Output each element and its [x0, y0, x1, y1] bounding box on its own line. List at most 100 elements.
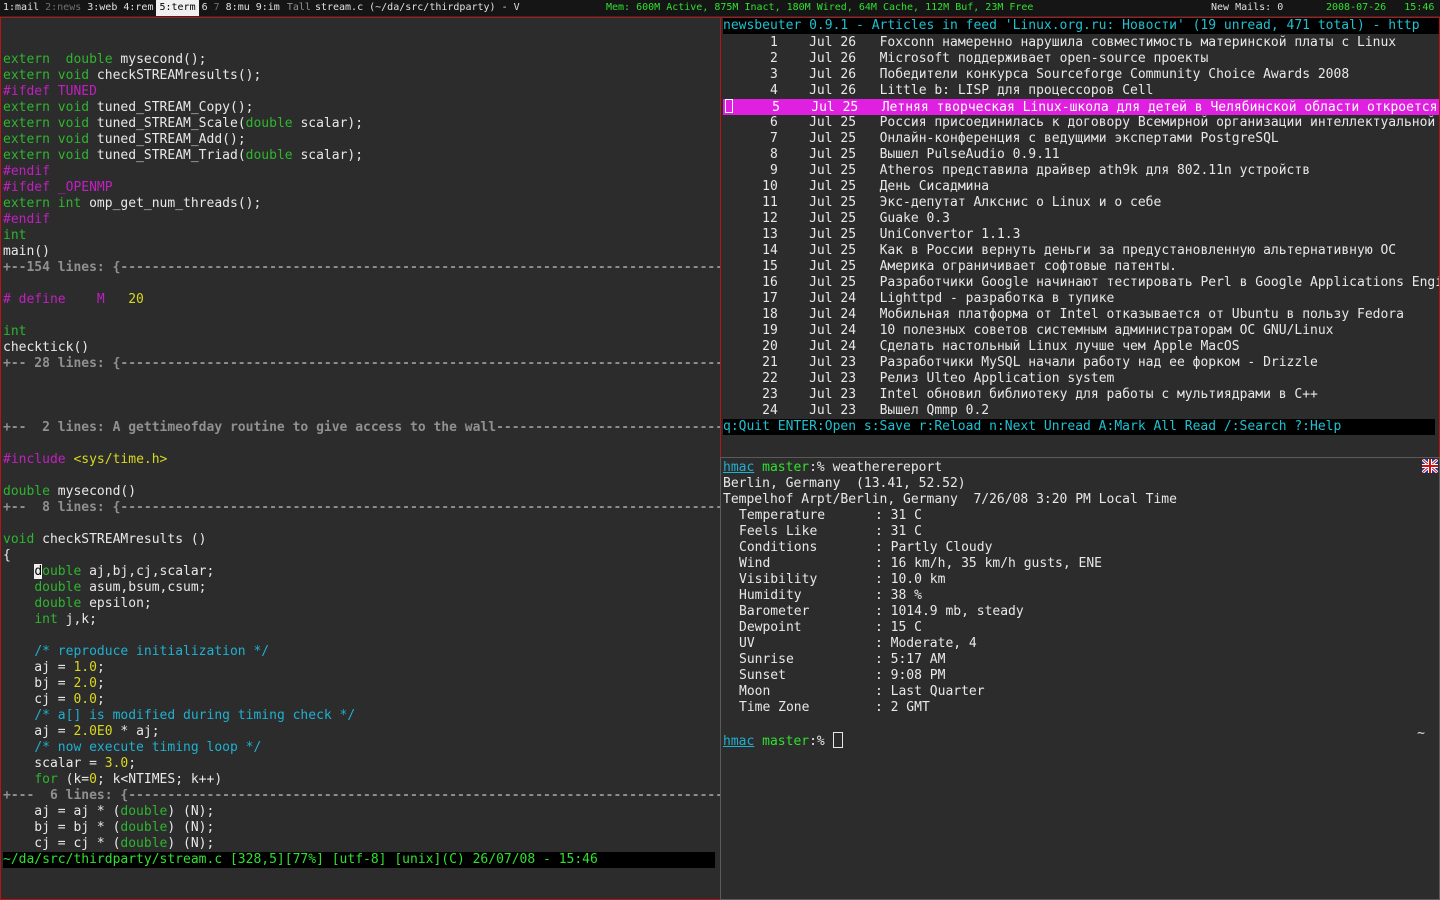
- article-title[interactable]: Америка ограничивает софтовые патенты.: [880, 259, 1177, 274]
- article-row[interactable]: 16 Jul 25 Разработчики Google начинают т…: [723, 275, 1439, 291]
- article-row[interactable]: 21 Jul 23 Разработчики MySQL начали рабо…: [723, 355, 1439, 371]
- article-row[interactable]: 4 Jul 26 Little b: LISP для процессоров …: [723, 83, 1439, 99]
- article-title[interactable]: Летняя творческая Linux-школа для детей …: [882, 100, 1438, 115]
- article-row[interactable]: 24 Jul 23 Вышел Qmmp 0.2: [723, 403, 1439, 419]
- article-title[interactable]: Guake 0.3: [880, 211, 950, 226]
- vim-editor-pane[interactable]: extern double mysecond(); extern void che…: [0, 17, 721, 900]
- article-title[interactable]: Foxconn намеренно нарушила совместимость…: [880, 35, 1397, 50]
- fold-marker[interactable]: +--154 lines: {-------------------------…: [3, 260, 720, 275]
- weather-row: Feels Like: 31 C: [739, 524, 922, 539]
- article-title[interactable]: Россия присоединилась к договору Всемирн…: [880, 115, 1436, 130]
- article-title[interactable]: Сделать настольный Linux лучше чем Apple…: [880, 339, 1240, 354]
- article-row[interactable]: 8 Jul 25 Вышел PulseAudio 0.9.11: [723, 147, 1439, 163]
- article-number: 14: [738, 243, 778, 258]
- article-title[interactable]: Как в России вернуть деньги за предустан…: [880, 243, 1397, 258]
- article-row[interactable]: 17 Jul 24 Lighttpd - разработка в тупике: [723, 291, 1439, 307]
- terminal-cursor[interactable]: [832, 732, 843, 748]
- code-line: extern double mysecond();: [3, 52, 720, 68]
- weather-label: Sunset: [739, 668, 786, 683]
- article-row[interactable]: 11 Jul 25 Экс-депутат Алкснис о Linux и …: [723, 195, 1439, 211]
- code-line: #endif: [3, 164, 720, 180]
- code-line: /* reproduce initialization */: [3, 644, 720, 660]
- article-title[interactable]: Little b: LISP для процессоров Cell: [880, 83, 1154, 98]
- code-token: checkSTREAMresults();: [89, 68, 262, 83]
- weather-row: Time Zone: 2 GMT: [739, 700, 930, 715]
- fold-marker[interactable]: +-- 28 lines: {-------------------------…: [3, 356, 720, 371]
- article-row[interactable]: 19 Jul 24 10 полезных советов системным …: [723, 323, 1439, 339]
- code-buffer[interactable]: extern double mysecond(); extern void che…: [3, 36, 720, 852]
- article-row[interactable]: 14 Jul 25 Как в России вернуть деньги за…: [723, 243, 1439, 259]
- workspace-tag[interactable]: 1:mail: [0, 0, 42, 16]
- article-row[interactable]: 10 Jul 25 День Сисадмина: [723, 179, 1439, 195]
- code-token: ;: [96, 676, 105, 691]
- article-title[interactable]: Intel обновил библиотеку для работы с му…: [880, 387, 1318, 402]
- article-title[interactable]: Победители конкурса Sourceforge Communit…: [880, 67, 1350, 82]
- weather-row: Moon: Last Quarter: [739, 684, 985, 699]
- article-row[interactable]: 6 Jul 25 Россия присоединилась к договор…: [723, 115, 1439, 131]
- article-title[interactable]: Онлайн-конференция с ведущими экспертами…: [880, 131, 1279, 146]
- workspace-tag[interactable]: 7: [211, 0, 223, 16]
- code-line: bj = bj * (double) (N);: [3, 820, 720, 836]
- article-row[interactable]: 1 Jul 26 Foxconn намеренно нарушила совм…: [723, 35, 1439, 51]
- workspace-tag[interactable]: 6: [199, 0, 211, 16]
- article-title[interactable]: День Сисадмина: [880, 179, 990, 194]
- article-row[interactable]: 7 Jul 25 Онлайн-конференция с ведущими э…: [723, 131, 1439, 147]
- code-token: ;: [96, 692, 105, 707]
- code-line: int: [3, 324, 720, 340]
- article-list[interactable]: 1 Jul 26 Foxconn намеренно нарушила совм…: [723, 35, 1439, 419]
- fold-marker[interactable]: +-- 8 lines: {--------------------------…: [3, 500, 720, 515]
- article-title[interactable]: Microsoft поддерживает open-source проек…: [880, 51, 1209, 66]
- code-token: asum,bsum,csum;: [81, 580, 207, 595]
- newsbeuter-pane[interactable]: newsbeuter 0.9.1 - Articles in feed 'Lin…: [720, 17, 1440, 458]
- article-row[interactable]: 20 Jul 24 Сделать настольный Linux лучше…: [723, 339, 1439, 355]
- workspace-tag[interactable]: 3:web: [84, 0, 120, 16]
- article-title[interactable]: UniConvertor 1.1.3: [880, 227, 1021, 242]
- article-title[interactable]: Мобильная платформа от Intel отказываетс…: [880, 307, 1404, 322]
- article-row[interactable]: 15 Jul 25 Америка ограничивает софтовые …: [723, 259, 1439, 275]
- code-token: double: [120, 804, 168, 819]
- workspace-tag[interactable]: 2:news: [42, 0, 84, 16]
- uk-flag-icon[interactable]: [1422, 459, 1438, 473]
- code-token: double: [34, 596, 82, 611]
- code-token: bj = bj * (: [3, 820, 121, 835]
- article-number: 13: [738, 227, 778, 242]
- workspace-tag[interactable]: 4:rem: [120, 0, 156, 16]
- code-token: extern: [3, 52, 50, 67]
- workspace-tag[interactable]: 5:term: [156, 0, 199, 16]
- article-title[interactable]: Atheros представила драйвер ath9k для 80…: [880, 163, 1310, 178]
- article-title[interactable]: Экс-депутат Алкснис о Linux и о себе: [880, 195, 1162, 210]
- fold-marker[interactable]: +-- 2 lines: A gettimeofday routine to g…: [3, 420, 720, 435]
- article-row[interactable]: 18 Jul 24 Мобильная платформа от Intel о…: [723, 307, 1439, 323]
- article-title[interactable]: Разработчики Google начинают тестировать…: [880, 275, 1439, 290]
- article-row[interactable]: 9 Jul 25 Atheros представила драйвер ath…: [723, 163, 1439, 179]
- weather-row: Wind: 16 km/h, 35 km/h gusts, ENE: [739, 556, 1102, 571]
- article-title[interactable]: Вышел PulseAudio 0.9.11: [880, 147, 1060, 162]
- article-title[interactable]: Вышел Qmmp 0.2: [880, 403, 990, 418]
- terminal-pane[interactable]: hmac master:% weatherereport Berlin, Germ…: [720, 457, 1440, 900]
- article-row[interactable]: 22 Jul 23 Релиз Ulteo Application system: [723, 371, 1439, 387]
- fold-marker[interactable]: +--- 6 lines: {-------------------------…: [3, 788, 720, 803]
- workspace-tag[interactable]: 8:mu: [223, 0, 253, 16]
- code-line: cj = cj * (double) (N);: [3, 836, 720, 852]
- article-row[interactable]: 12 Jul 25 Guake 0.3: [723, 211, 1439, 227]
- workspace-tag[interactable]: 9:im: [253, 0, 283, 16]
- code-token: double: [3, 484, 50, 499]
- article-title[interactable]: 10 полезных советов системным администра…: [880, 323, 1334, 338]
- article-row-selected[interactable]: 5 Jul 25 Летняя творческая Linux-школа д…: [723, 99, 1439, 115]
- article-title[interactable]: Разработчики MySQL начали работу над ее …: [880, 355, 1318, 370]
- code-token: ) (N);: [167, 836, 215, 851]
- code-token: ;: [128, 756, 137, 771]
- article-title[interactable]: Релиз Ulteo Application system: [880, 371, 1115, 386]
- code-line: #include <sys/time.h>: [3, 452, 720, 468]
- article-row[interactable]: 2 Jul 26 Microsoft поддерживает open-sou…: [723, 51, 1439, 67]
- weather-row: Humidity: 38 %: [739, 588, 922, 603]
- article-row[interactable]: 23 Jul 23 Intel обновил библиотеку для р…: [723, 387, 1439, 403]
- article-row[interactable]: 3 Jul 26 Победители конкурса Sourceforge…: [723, 67, 1439, 83]
- article-row[interactable]: 13 Jul 25 UniConvertor 1.1.3: [723, 227, 1439, 243]
- code-line: scalar = 3.0;: [3, 756, 720, 772]
- window-title: stream.c (~/da/src/thirdparty) - V: [314, 2, 520, 13]
- article-title[interactable]: Lighttpd - разработка в тупике: [880, 291, 1115, 306]
- terminal-output[interactable]: hmac master:% weatherereport Berlin, Germ…: [723, 460, 1177, 748]
